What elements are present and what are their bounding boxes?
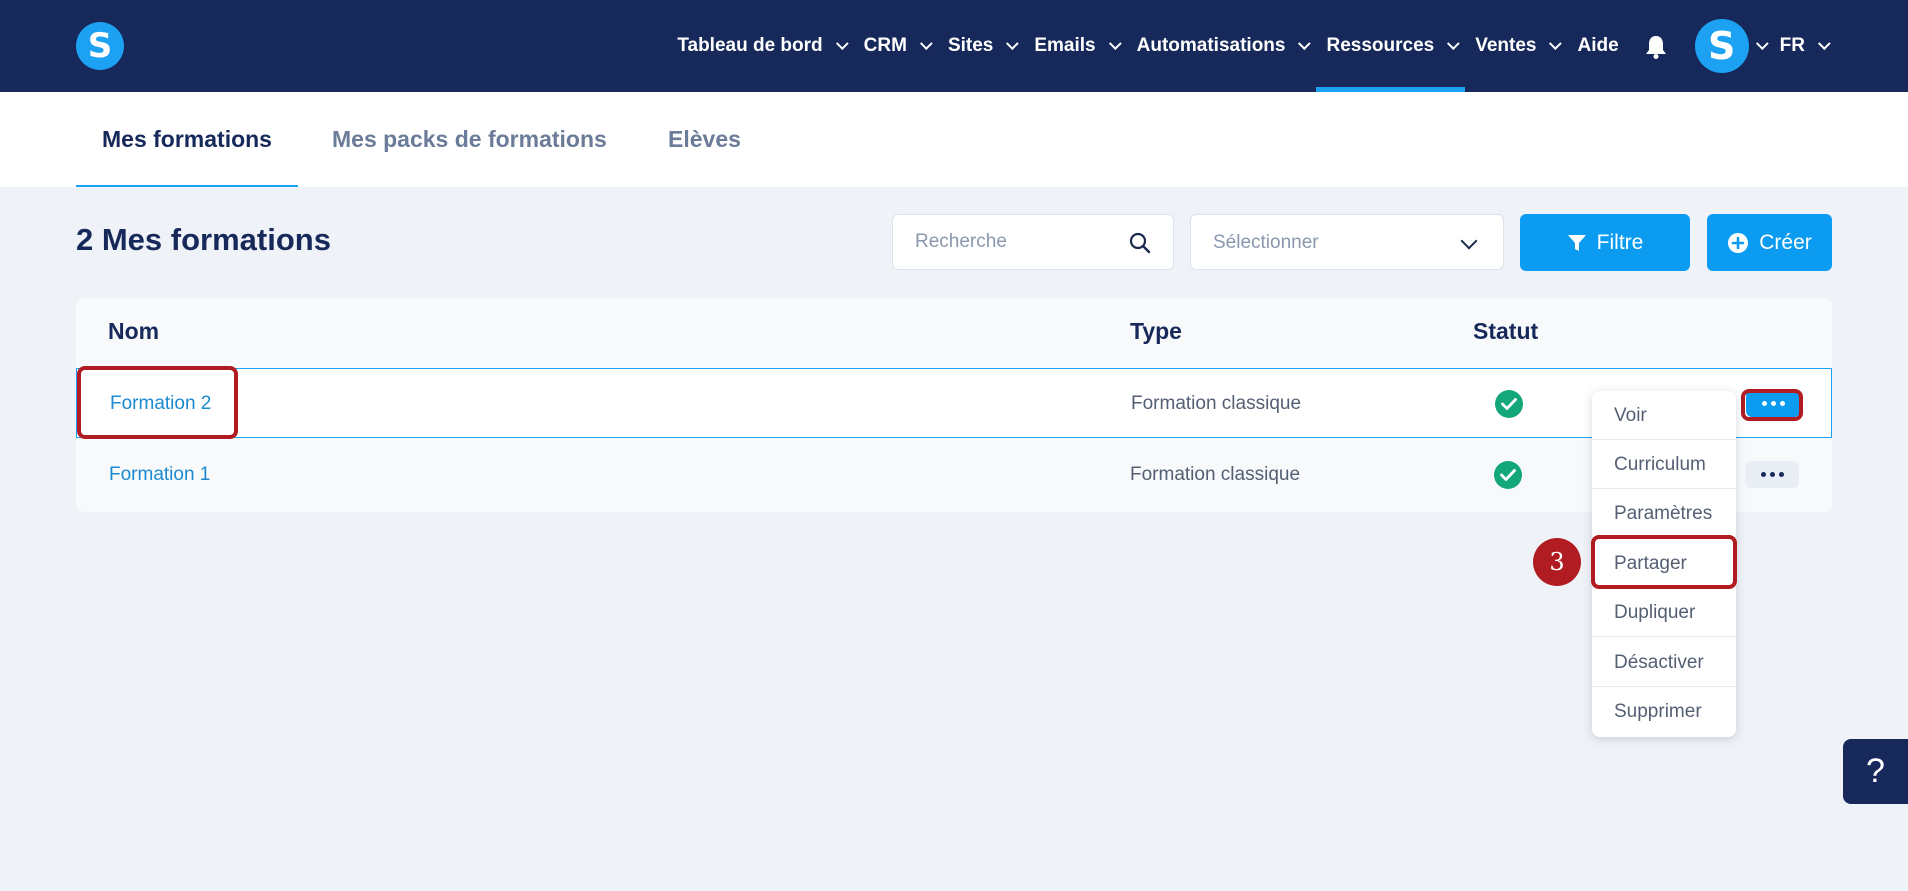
nav-item-label: Automatisations [1136,35,1286,56]
check-circle-icon [1495,390,1523,418]
nav-item-ressources[interactable]: Ressources [1316,0,1465,92]
app-logo[interactable]: S [76,22,124,70]
formation-type: Formation classique [1130,464,1301,485]
tab-mes-formations[interactable]: Mes formations [76,92,298,187]
language-selector[interactable]: FR [1770,0,1836,92]
chevron-down-icon [1006,36,1020,50]
chevron-down-icon [1755,36,1769,50]
chevron-down-icon [1549,36,1563,50]
create-button[interactable]: Créer [1707,214,1832,271]
nav-item-emails[interactable]: Emails [1024,0,1126,92]
help-button[interactable]: ? [1843,739,1908,804]
bell-icon[interactable] [1645,35,1667,59]
chevron-down-icon [1298,36,1312,50]
step-number-badge: 3 [1533,538,1581,586]
menu-item-parametres[interactable]: Paramètres [1592,489,1736,538]
filter-button-label: Filtre [1596,230,1644,254]
menu-item-desactiver[interactable]: Désactiver [1592,638,1736,687]
chevron-down-icon [1108,36,1122,50]
highlight-actions-button [1741,389,1803,421]
nav-item-label: Sites [947,35,994,56]
create-button-label: Créer [1759,230,1812,254]
nav-item-automatisations[interactable]: Automatisations [1127,0,1317,92]
column-header-name[interactable]: Nom [108,318,159,345]
highlight-partager [1591,535,1737,589]
user-avatar[interactable]: S [1694,19,1749,73]
chevron-down-icon [919,36,933,50]
nav-item-tableau-de-bord[interactable]: Tableau de bord [667,0,853,92]
funnel-icon [1567,234,1586,251]
menu-item-curriculum[interactable]: Curriculum [1592,440,1736,489]
column-header-type[interactable]: Type [1130,318,1182,345]
plus-circle-icon [1728,232,1749,253]
avatar-menu-toggle[interactable] [1749,0,1770,92]
main-nav: Tableau de bord CRM Sites Emails Automat… [667,0,1836,92]
menu-item-supprimer[interactable]: Supprimer [1592,687,1736,736]
formation-type: Formation classique [1131,393,1302,414]
chevron-down-icon [1447,36,1460,50]
nav-item-sites[interactable]: Sites [938,0,1024,92]
filter-select[interactable]: Sélectionner [1190,214,1504,270]
chevron-down-icon [835,36,849,50]
highlight-formation-name [77,366,238,439]
menu-item-voir[interactable]: Voir [1592,391,1736,440]
nav-item-label: CRM [863,35,907,56]
chevron-down-icon [1460,232,1478,250]
nav-item-label: Tableau de bord [677,35,823,56]
search-input[interactable] [915,231,1115,253]
nav-item-label: Ressources [1326,35,1435,56]
page-title: 2 Mes formations [76,222,331,257]
table-row[interactable]: Formation 1 Formation classique [76,440,1832,510]
nav-item-ventes[interactable]: Ventes [1465,0,1567,92]
formations-table: Nom Type Statut Formation 2 Formation cl… [76,298,1832,512]
table-row[interactable]: Formation 2 Formation classique [76,368,1832,438]
filter-button[interactable]: Filtre [1520,214,1690,271]
language-label: FR [1779,35,1805,56]
search-icon[interactable] [1129,232,1151,254]
select-placeholder: Sélectionner [1213,232,1319,253]
tab-mes-packs-de-formations[interactable]: Mes packs de formations [306,92,633,187]
chevron-down-icon [1817,36,1831,50]
nav-item-label: Emails [1034,35,1096,56]
tab-bar: Mes formations Mes packs de formations E… [0,92,1908,187]
nav-item-aide[interactable]: Aide [1567,0,1628,92]
row-actions-button[interactable] [1745,461,1799,488]
column-header-status[interactable]: Statut [1473,318,1538,345]
nav-item-label: Ventes [1475,35,1537,56]
search-box [892,214,1174,270]
formation-name-link[interactable]: Formation 1 [109,464,210,486]
nav-item-label: Aide [1577,35,1619,56]
nav-item-crm[interactable]: CRM [854,0,938,92]
check-circle-icon [1494,461,1522,489]
top-navbar: S Tableau de bord CRM Sites Emails Autom… [0,0,1908,92]
tab-eleves[interactable]: Elèves [642,92,767,187]
menu-item-dupliquer[interactable]: Dupliquer [1592,588,1736,637]
